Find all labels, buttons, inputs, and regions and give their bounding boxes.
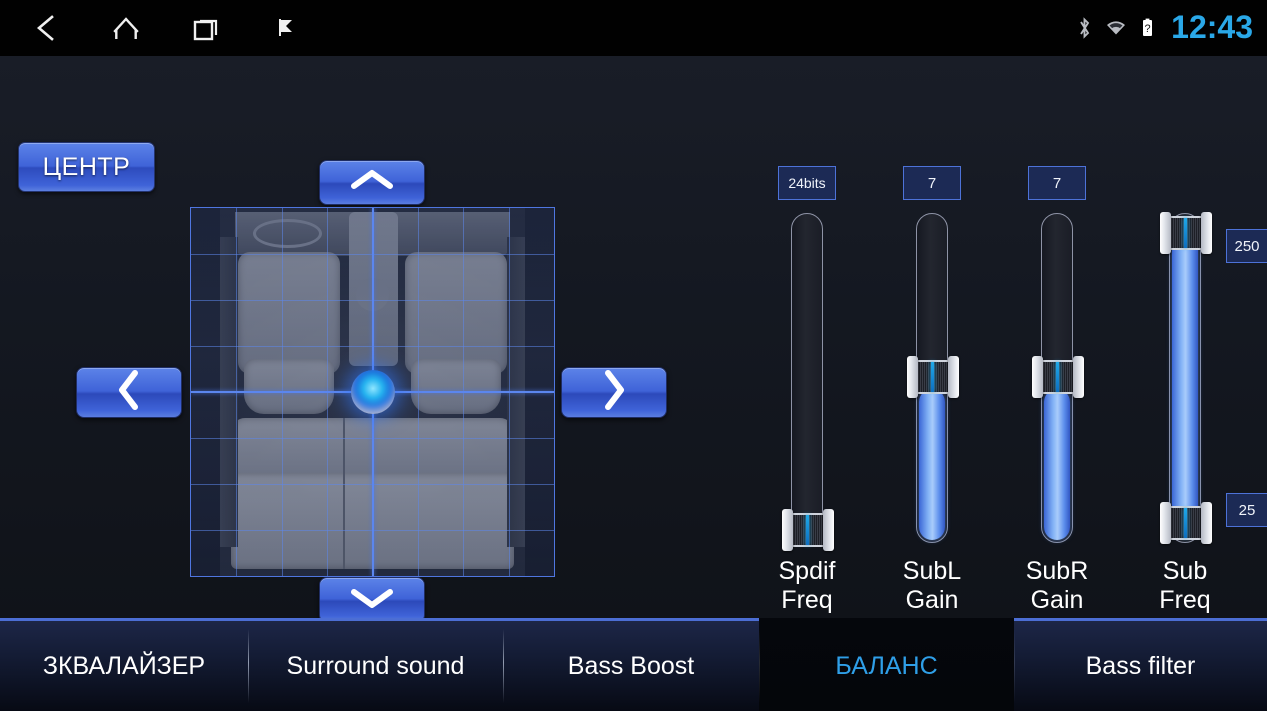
balance-pad[interactable] bbox=[190, 207, 555, 577]
center-preset-button[interactable]: ЦЕНТР bbox=[18, 142, 155, 192]
flag-icon[interactable] bbox=[256, 0, 316, 56]
subl-gain-label: SubL Gain bbox=[872, 557, 992, 615]
tab-balance[interactable]: БАЛАНС bbox=[759, 618, 1014, 711]
subr-gain-fill bbox=[1044, 389, 1070, 540]
slider-subl-gain: 7 SubL Gain bbox=[872, 166, 992, 615]
subr-gain-label: SubR Gain bbox=[997, 557, 1117, 615]
subl-gain-fill bbox=[919, 389, 945, 540]
sub-freq-lower-handle[interactable] bbox=[1160, 502, 1212, 544]
center-preset-label: ЦЕНТР bbox=[42, 152, 131, 181]
home-icon[interactable] bbox=[96, 0, 156, 56]
tab-bass-filter[interactable]: Bass filter bbox=[1014, 618, 1267, 711]
spdif-freq-handle[interactable] bbox=[782, 509, 834, 551]
battery-unknown-icon: ? bbox=[1140, 17, 1155, 39]
spdif-freq-label-line1: Spdif bbox=[778, 557, 836, 585]
system-status-icons: ? 12:43 bbox=[1077, 0, 1253, 56]
tab-surround-sound[interactable]: Surround sound bbox=[248, 618, 503, 711]
sub-freq-fill bbox=[1172, 236, 1198, 523]
subl-gain-value[interactable]: 7 bbox=[903, 166, 961, 200]
tab-bass-boost[interactable]: Bass Boost bbox=[503, 618, 759, 711]
sub-freq-upper-handle[interactable] bbox=[1160, 212, 1212, 254]
subr-gain-handle[interactable] bbox=[1032, 355, 1084, 398]
tab-bass-filter-label: Bass filter bbox=[1085, 651, 1196, 680]
tab-equalizer[interactable]: ЗКВАЛАЙЗЕР bbox=[0, 618, 248, 711]
subr-gain-label-line2: Gain bbox=[1030, 586, 1084, 614]
chevron-left-icon bbox=[115, 366, 143, 419]
sub-freq-track[interactable]: 250 25 bbox=[1160, 212, 1267, 544]
subr-gain-label-line1: SubR bbox=[1025, 557, 1089, 585]
slider-subr-gain: 7 SubR Gain bbox=[997, 166, 1117, 615]
svg-text:?: ? bbox=[1145, 23, 1151, 35]
balance-down-button[interactable] bbox=[319, 577, 425, 623]
tab-equalizer-label: ЗКВАЛАЙЗЕР bbox=[42, 651, 206, 680]
subl-gain-handle[interactable] bbox=[907, 355, 959, 398]
balance-marker[interactable] bbox=[350, 370, 395, 414]
spdif-freq-track[interactable] bbox=[782, 213, 834, 551]
sub-freq-label-line1: Sub bbox=[1162, 557, 1208, 585]
spdif-freq-label: Spdif Freq bbox=[747, 557, 867, 615]
subr-gain-track[interactable] bbox=[1032, 213, 1084, 543]
status-bar: ? 12:43 bbox=[0, 0, 1267, 56]
subl-gain-label-line1: SubL bbox=[902, 557, 962, 585]
spdif-freq-value[interactable]: 24bits bbox=[778, 166, 836, 200]
balance-left-button[interactable] bbox=[76, 367, 182, 418]
balance-right-button[interactable] bbox=[561, 367, 667, 418]
balance-up-button[interactable] bbox=[319, 160, 425, 205]
main-content: ЦЕНТР 24bits Spdif Freq 7 SubL Gain 7 Su… bbox=[0, 56, 1267, 623]
slider-spdif-freq: 24bits Spdif Freq bbox=[747, 166, 867, 615]
chevron-down-icon bbox=[346, 585, 398, 616]
sub-freq-upper-value[interactable]: 250 bbox=[1226, 229, 1267, 263]
slider-sub-freq: 250 25 Sub Freq bbox=[1125, 212, 1267, 615]
sub-freq-label-line2: Freq bbox=[1159, 586, 1211, 614]
clock: 12:43 bbox=[1171, 9, 1253, 45]
recents-icon[interactable] bbox=[176, 0, 236, 56]
bluetooth-icon bbox=[1077, 16, 1092, 40]
wifi-icon bbox=[1103, 18, 1129, 38]
sub-freq-lower-value[interactable]: 25 bbox=[1226, 493, 1267, 527]
tab-balance-label: БАЛАНС bbox=[835, 651, 938, 680]
spdif-freq-label-line2: Freq bbox=[781, 586, 833, 614]
sub-freq-label: Sub Freq bbox=[1125, 557, 1245, 615]
bottom-tab-bar: ЗКВАЛАЙЗЕР Surround sound Bass Boost БАЛ… bbox=[0, 618, 1267, 711]
subl-gain-track[interactable] bbox=[907, 213, 959, 543]
back-icon[interactable] bbox=[16, 0, 76, 56]
chevron-right-icon bbox=[600, 366, 628, 419]
tab-surround-sound-label: Surround sound bbox=[286, 651, 465, 680]
subr-gain-value[interactable]: 7 bbox=[1028, 166, 1086, 200]
chevron-up-icon bbox=[346, 167, 398, 198]
subl-gain-label-line2: Gain bbox=[905, 586, 959, 614]
tab-bass-boost-label: Bass Boost bbox=[567, 651, 695, 680]
